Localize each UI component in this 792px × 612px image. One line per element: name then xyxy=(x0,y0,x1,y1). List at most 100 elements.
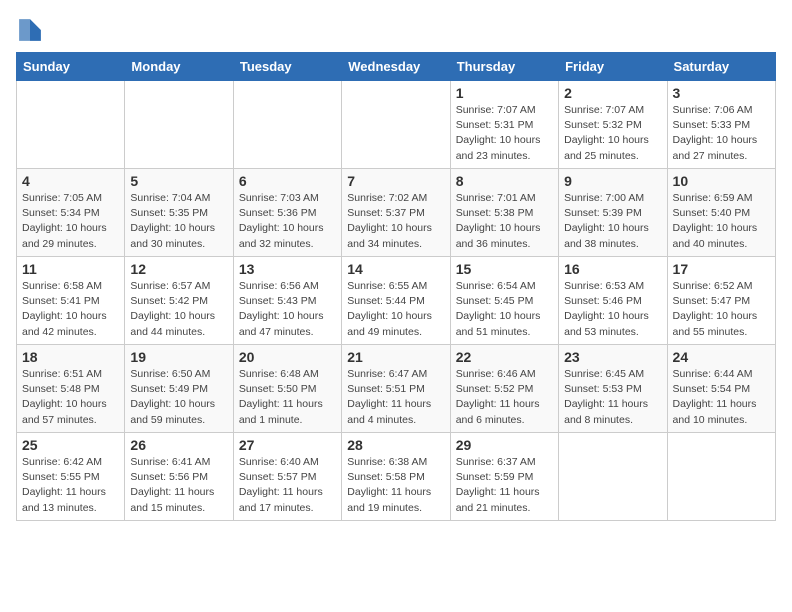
calendar-cell: 29 Sunrise: 6:37 AM Sunset: 5:59 PM Dayli… xyxy=(450,433,558,521)
weekday-header-tuesday: Tuesday xyxy=(233,53,341,81)
calendar-cell: 7 Sunrise: 7:02 AM Sunset: 5:37 PM Daylig… xyxy=(342,169,450,257)
weekday-header-monday: Monday xyxy=(125,53,233,81)
day-info: Sunrise: 7:03 AM Sunset: 5:36 PM Dayligh… xyxy=(239,191,336,252)
calendar-cell: 5 Sunrise: 7:04 AM Sunset: 5:35 PM Daylig… xyxy=(125,169,233,257)
calendar-cell: 22 Sunrise: 6:46 AM Sunset: 5:52 PM Dayli… xyxy=(450,345,558,433)
day-number: 5 xyxy=(130,173,227,189)
day-number: 26 xyxy=(130,437,227,453)
day-number: 14 xyxy=(347,261,444,277)
day-number: 12 xyxy=(130,261,227,277)
day-info: Sunrise: 6:56 AM Sunset: 5:43 PM Dayligh… xyxy=(239,279,336,340)
calendar-cell: 10Sunrise: 6:59 AM Sunset: 5:40 PM Dayli… xyxy=(667,169,775,257)
calendar-cell xyxy=(233,81,341,169)
calendar-cell: 12 Sunrise: 6:57 AM Sunset: 5:42 PM Dayli… xyxy=(125,257,233,345)
day-info: Sunrise: 7:06 AM Sunset: 5:33 PM Dayligh… xyxy=(673,103,770,164)
calendar-cell: 25 Sunrise: 6:42 AM Sunset: 5:55 PM Dayli… xyxy=(17,433,125,521)
calendar-header-row: SundayMondayTuesdayWednesdayThursdayFrid… xyxy=(17,53,776,81)
day-number: 17 xyxy=(673,261,770,277)
calendar-week-1: 1 Sunrise: 7:07 AM Sunset: 5:31 PM Daylig… xyxy=(17,81,776,169)
calendar-cell: 13 Sunrise: 6:56 AM Sunset: 5:43 PM Dayli… xyxy=(233,257,341,345)
calendar-table: SundayMondayTuesdayWednesdayThursdayFrid… xyxy=(16,52,776,521)
day-info: Sunrise: 7:01 AM Sunset: 5:38 PM Dayligh… xyxy=(456,191,553,252)
day-info: Sunrise: 7:07 AM Sunset: 5:32 PM Dayligh… xyxy=(564,103,661,164)
day-number: 7 xyxy=(347,173,444,189)
calendar-cell: 8 Sunrise: 7:01 AM Sunset: 5:38 PM Daylig… xyxy=(450,169,558,257)
weekday-header-friday: Friday xyxy=(559,53,667,81)
day-info: Sunrise: 6:51 AM Sunset: 5:48 PM Dayligh… xyxy=(22,367,119,428)
day-info: Sunrise: 6:38 AM Sunset: 5:58 PM Dayligh… xyxy=(347,455,444,516)
weekday-header-sunday: Sunday xyxy=(17,53,125,81)
calendar-cell: 15 Sunrise: 6:54 AM Sunset: 5:45 PM Dayli… xyxy=(450,257,558,345)
day-number: 21 xyxy=(347,349,444,365)
day-number: 11 xyxy=(22,261,119,277)
calendar-cell xyxy=(17,81,125,169)
day-number: 28 xyxy=(347,437,444,453)
day-number: 25 xyxy=(22,437,119,453)
day-info: Sunrise: 6:47 AM Sunset: 5:51 PM Dayligh… xyxy=(347,367,444,428)
day-number: 9 xyxy=(564,173,661,189)
calendar-cell: 6Sunrise: 7:03 AM Sunset: 5:36 PM Daylig… xyxy=(233,169,341,257)
day-info: Sunrise: 6:57 AM Sunset: 5:42 PM Dayligh… xyxy=(130,279,227,340)
calendar-cell: 23 Sunrise: 6:45 AM Sunset: 5:53 PM Dayli… xyxy=(559,345,667,433)
day-number: 10 xyxy=(673,173,770,189)
calendar-week-5: 25 Sunrise: 6:42 AM Sunset: 5:55 PM Dayli… xyxy=(17,433,776,521)
day-info: Sunrise: 6:58 AM Sunset: 5:41 PM Dayligh… xyxy=(22,279,119,340)
calendar-cell: 19 Sunrise: 6:50 AM Sunset: 5:49 PM Dayli… xyxy=(125,345,233,433)
day-info: Sunrise: 6:52 AM Sunset: 5:47 PM Dayligh… xyxy=(673,279,770,340)
day-info: Sunrise: 6:50 AM Sunset: 5:49 PM Dayligh… xyxy=(130,367,227,428)
day-info: Sunrise: 6:54 AM Sunset: 5:45 PM Dayligh… xyxy=(456,279,553,340)
calendar-week-2: 4 Sunrise: 7:05 AM Sunset: 5:34 PM Daylig… xyxy=(17,169,776,257)
day-info: Sunrise: 6:37 AM Sunset: 5:59 PM Dayligh… xyxy=(456,455,553,516)
day-info: Sunrise: 6:48 AM Sunset: 5:50 PM Dayligh… xyxy=(239,367,336,428)
day-info: Sunrise: 6:46 AM Sunset: 5:52 PM Dayligh… xyxy=(456,367,553,428)
day-number: 16 xyxy=(564,261,661,277)
calendar-cell: 16Sunrise: 6:53 AM Sunset: 5:46 PM Dayli… xyxy=(559,257,667,345)
day-number: 1 xyxy=(456,85,553,101)
day-info: Sunrise: 7:05 AM Sunset: 5:34 PM Dayligh… xyxy=(22,191,119,252)
day-info: Sunrise: 7:02 AM Sunset: 5:37 PM Dayligh… xyxy=(347,191,444,252)
day-info: Sunrise: 6:41 AM Sunset: 5:56 PM Dayligh… xyxy=(130,455,227,516)
day-info: Sunrise: 6:40 AM Sunset: 5:57 PM Dayligh… xyxy=(239,455,336,516)
day-number: 15 xyxy=(456,261,553,277)
calendar-cell: 27Sunrise: 6:40 AM Sunset: 5:57 PM Dayli… xyxy=(233,433,341,521)
day-info: Sunrise: 6:44 AM Sunset: 5:54 PM Dayligh… xyxy=(673,367,770,428)
page-header xyxy=(16,16,776,44)
calendar-cell: 2 Sunrise: 7:07 AM Sunset: 5:32 PM Daylig… xyxy=(559,81,667,169)
day-number: 4 xyxy=(22,173,119,189)
day-info: Sunrise: 6:45 AM Sunset: 5:53 PM Dayligh… xyxy=(564,367,661,428)
calendar-cell: 14 Sunrise: 6:55 AM Sunset: 5:44 PM Dayli… xyxy=(342,257,450,345)
calendar-cell: 26 Sunrise: 6:41 AM Sunset: 5:56 PM Dayli… xyxy=(125,433,233,521)
calendar-cell: 9 Sunrise: 7:00 AM Sunset: 5:39 PM Daylig… xyxy=(559,169,667,257)
day-number: 18 xyxy=(22,349,119,365)
calendar-cell: 1 Sunrise: 7:07 AM Sunset: 5:31 PM Daylig… xyxy=(450,81,558,169)
day-number: 3 xyxy=(673,85,770,101)
day-info: Sunrise: 7:07 AM Sunset: 5:31 PM Dayligh… xyxy=(456,103,553,164)
weekday-header-thursday: Thursday xyxy=(450,53,558,81)
calendar-week-4: 18 Sunrise: 6:51 AM Sunset: 5:48 PM Dayli… xyxy=(17,345,776,433)
day-number: 22 xyxy=(456,349,553,365)
day-number: 20 xyxy=(239,349,336,365)
calendar-week-3: 11 Sunrise: 6:58 AM Sunset: 5:41 PM Dayli… xyxy=(17,257,776,345)
calendar-cell xyxy=(559,433,667,521)
calendar-cell: 3 Sunrise: 7:06 AM Sunset: 5:33 PM Daylig… xyxy=(667,81,775,169)
calendar-cell xyxy=(667,433,775,521)
day-info: Sunrise: 7:04 AM Sunset: 5:35 PM Dayligh… xyxy=(130,191,227,252)
logo xyxy=(16,16,48,44)
day-info: Sunrise: 6:55 AM Sunset: 5:44 PM Dayligh… xyxy=(347,279,444,340)
calendar-cell: 18 Sunrise: 6:51 AM Sunset: 5:48 PM Dayli… xyxy=(17,345,125,433)
calendar-cell xyxy=(125,81,233,169)
calendar-cell: 24Sunrise: 6:44 AM Sunset: 5:54 PM Dayli… xyxy=(667,345,775,433)
day-number: 13 xyxy=(239,261,336,277)
calendar-cell: 21 Sunrise: 6:47 AM Sunset: 5:51 PM Dayli… xyxy=(342,345,450,433)
weekday-header-wednesday: Wednesday xyxy=(342,53,450,81)
day-info: Sunrise: 6:42 AM Sunset: 5:55 PM Dayligh… xyxy=(22,455,119,516)
calendar-cell: 20 Sunrise: 6:48 AM Sunset: 5:50 PM Dayli… xyxy=(233,345,341,433)
day-number: 23 xyxy=(564,349,661,365)
day-number: 29 xyxy=(456,437,553,453)
day-number: 8 xyxy=(456,173,553,189)
day-number: 19 xyxy=(130,349,227,365)
day-number: 2 xyxy=(564,85,661,101)
calendar-cell: 28 Sunrise: 6:38 AM Sunset: 5:58 PM Dayli… xyxy=(342,433,450,521)
weekday-header-saturday: Saturday xyxy=(667,53,775,81)
day-info: Sunrise: 7:00 AM Sunset: 5:39 PM Dayligh… xyxy=(564,191,661,252)
